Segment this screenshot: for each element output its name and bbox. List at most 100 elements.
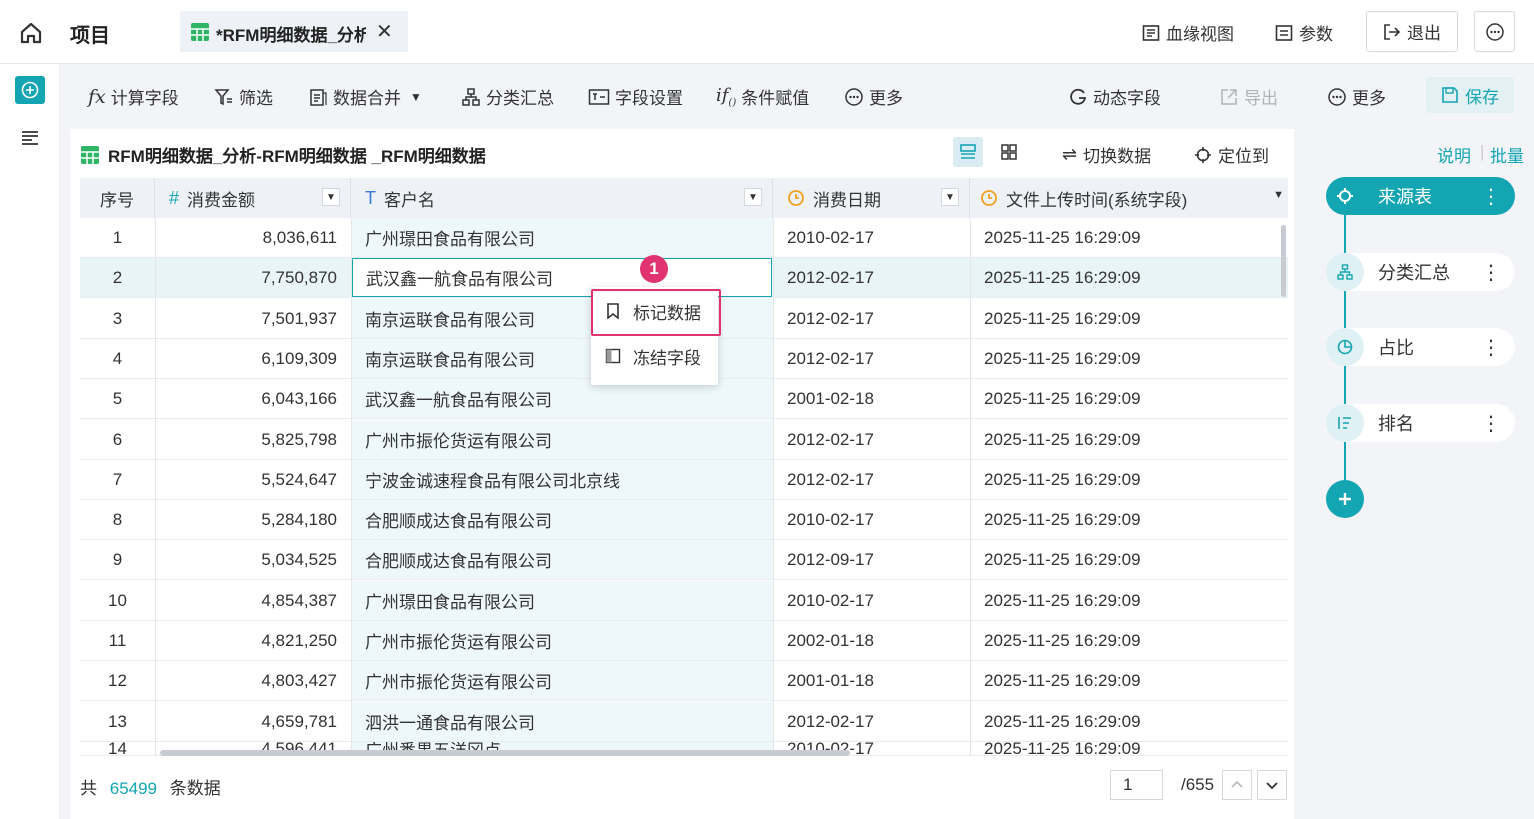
cell-amount[interactable]: 6,109,309 [155,339,351,379]
cell-upload-time[interactable]: 2025-11-25 16:29:09 [970,218,1288,258]
cell-customer[interactable]: 广州市振伦货运有限公司 [351,661,773,701]
freeze-field-menu-item[interactable]: 冻结字段 [591,334,718,378]
cell-date[interactable]: 2012-02-17 [773,299,970,339]
cell-date[interactable]: 2012-02-17 [773,702,970,742]
cell-customer[interactable]: 广州市振伦货运有限公司 [351,420,773,460]
vertical-scrollbar[interactable] [1281,225,1286,297]
list-icon[interactable] [20,128,40,148]
cell-index[interactable]: 14 [80,742,155,756]
home-icon[interactable] [18,20,44,46]
cell-upload-time[interactable]: 2025-11-25 16:29:09 [970,581,1288,621]
filter-button[interactable]: 筛选 [214,84,273,109]
group-summary-button[interactable]: 分类汇总 [461,84,554,109]
cell-customer[interactable]: 合肥顺成达食品有限公司 [351,500,773,540]
cell-upload-time[interactable]: 2025-11-25 16:29:09 [970,500,1288,540]
cell-date[interactable]: 2002-01-18 [773,621,970,661]
column-header-upload-time[interactable]: 文件上传时间(系统字段) ▼ [970,178,1288,218]
column-header-date[interactable]: 消费日期 ▼ [773,178,970,218]
cell-upload-time[interactable]: 2025-11-25 16:29:09 [970,420,1288,460]
cell-customer[interactable]: 宁波金诚速程食品有限公司北京线 [351,460,773,500]
cell-customer[interactable]: 合肥顺成达食品有限公司 [351,540,773,580]
batch-link[interactable]: 批量 [1490,142,1524,167]
cell-date[interactable]: 2010-02-17 [773,218,970,258]
cell-date[interactable]: 2012-02-17 [773,339,970,379]
step-rank[interactable]: 排名 ⋮ [1326,404,1515,442]
cell-amount[interactable]: 4,821,250 [155,621,351,661]
cell-customer[interactable]: 泗洪一通食品有限公司 [351,702,773,742]
kebab-icon[interactable]: ⋮ [1481,260,1501,285]
cell-upload-time[interactable]: 2025-11-25 16:29:09 [970,258,1288,298]
cell-upload-time[interactable]: 2025-11-25 16:29:09 [970,621,1288,661]
column-header-amount[interactable]: # 消费金额 ▼ [155,178,351,218]
column-header-customer[interactable]: T 客户名 ▼ [351,178,773,218]
toolbar-more-button[interactable]: 更多 [844,84,903,109]
cell-amount[interactable]: 7,501,937 [155,299,351,339]
cell-amount[interactable]: 4,803,427 [155,661,351,701]
cell-date[interactable]: 2010-02-17 [773,500,970,540]
more-button-2[interactable]: 更多 [1327,84,1386,109]
prev-page-button[interactable] [1222,770,1252,800]
step-group-summary[interactable]: 分类汇总 ⋮ [1326,253,1515,291]
cell-index[interactable]: 1 [80,218,155,258]
kebab-icon[interactable]: ⋮ [1481,184,1501,209]
cell-amount[interactable]: 4,659,781 [155,702,351,742]
step-source-table[interactable]: 来源表 ⋮ [1326,177,1515,215]
cell-index[interactable]: 6 [80,420,155,460]
kebab-icon[interactable]: ⋮ [1481,411,1501,436]
project-title[interactable]: 项目 [70,19,110,48]
cell-date[interactable]: 2012-09-17 [773,540,970,580]
description-link[interactable]: 说明 [1437,142,1471,167]
cell-date[interactable]: 2001-01-18 [773,661,970,701]
cell-upload-time[interactable]: 2025-11-25 16:29:09 [970,299,1288,339]
calc-field-button[interactable]: fx 计算字段 [88,84,179,109]
add-icon[interactable] [15,76,45,104]
params-button[interactable]: 参数 [1275,20,1333,45]
tab-rfm-analysis[interactable]: *RFM明细数据_分析-RFM明细数据 ✕ [180,11,408,52]
more-options-button[interactable] [1474,11,1515,52]
cell-date[interactable]: 2012-02-17 [773,460,970,500]
cell-index[interactable]: 2 [80,258,155,298]
column-menu-icon[interactable]: ▼ [322,188,340,206]
field-settings-button[interactable]: 字段设置 [588,84,683,109]
cell-index[interactable]: 8 [80,500,155,540]
cell-amount[interactable]: 5,284,180 [155,500,351,540]
dynamic-field-button[interactable]: 动态字段 [1068,84,1161,109]
kebab-icon[interactable]: ⋮ [1481,335,1501,360]
cell-index[interactable]: 11 [80,621,155,661]
save-button[interactable]: 保存 [1426,77,1514,113]
cell-date[interactable]: 2001-02-18 [773,379,970,419]
next-page-button[interactable] [1257,770,1287,800]
cell-upload-time[interactable]: 2025-11-25 16:29:09 [970,540,1288,580]
cell-date[interactable]: 2010-02-17 [773,581,970,621]
cell-customer[interactable]: 武汉鑫一航食品有限公司 [351,379,773,419]
step-ratio[interactable]: 占比 ⋮ [1326,328,1515,366]
grid-view-button[interactable] [994,137,1024,167]
merge-button[interactable]: 数据合并 ▼ [308,84,422,109]
cell-amount[interactable]: 5,034,525 [155,540,351,580]
page-input[interactable]: 1 [1110,770,1163,800]
cell-index[interactable]: 3 [80,299,155,339]
cell-customer[interactable]: 广州市振伦货运有限公司 [351,621,773,661]
cell-index[interactable]: 10 [80,581,155,621]
cell-customer[interactable]: 广州璟田食品有限公司 [351,581,773,621]
column-menu-icon[interactable]: ▼ [941,188,959,206]
cell-index[interactable]: 4 [80,339,155,379]
cell-index[interactable]: 5 [80,379,155,419]
cell-date[interactable]: 2012-02-17 [773,420,970,460]
add-step-button[interactable] [1326,480,1364,518]
cell-upload-time[interactable]: 2025-11-25 16:29:09 [970,702,1288,742]
exit-button[interactable]: 退出 [1366,11,1458,52]
cell-amount[interactable]: 4,854,387 [155,581,351,621]
conditional-button[interactable]: if() 条件赋值 [716,84,809,109]
cell-date[interactable]: 2012-02-17 [773,258,970,298]
list-view-button[interactable] [953,137,983,167]
cell-amount[interactable]: 5,524,647 [155,460,351,500]
close-icon[interactable]: ✕ [376,19,393,44]
column-menu-icon[interactable]: ▼ [1273,189,1284,201]
cell-amount[interactable]: 5,825,798 [155,420,351,460]
locate-button[interactable]: 定位到 [1194,142,1269,167]
cell-index[interactable]: 7 [80,460,155,500]
cell-upload-time[interactable]: 2025-11-25 16:29:09 [970,379,1288,419]
switch-data-button[interactable]: ⇌ 切换数据 [1062,142,1151,167]
cell-index[interactable]: 9 [80,540,155,580]
